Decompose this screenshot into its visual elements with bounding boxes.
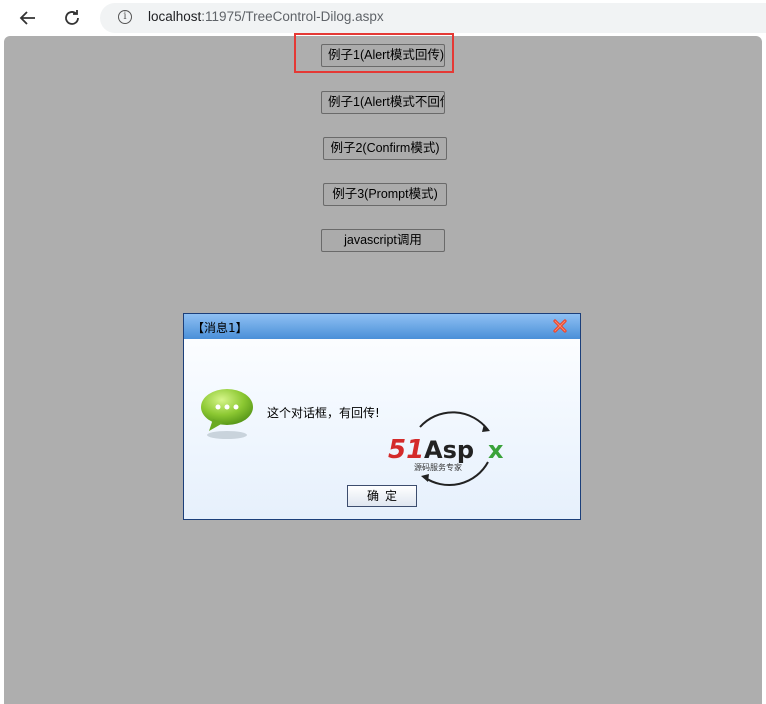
back-arrow-icon[interactable]: [15, 5, 41, 31]
url-host: localhost: [148, 9, 202, 24]
svg-text:x: x: [488, 436, 504, 464]
page-edge: [762, 36, 766, 704]
browser-toolbar: i localhost:11975/TreeControl-Dilog.aspx: [0, 0, 766, 35]
ok-button[interactable]: 确定: [347, 485, 417, 507]
svg-text:51: 51: [388, 435, 424, 465]
url-text: localhost:11975/TreeControl-Dilog.aspx: [148, 9, 384, 24]
51aspx-logo: 51 Asp x 源码服务专家: [388, 411, 504, 487]
confirm-mode-button[interactable]: 例子2(Confirm模式): [323, 137, 447, 160]
dialog-message: 这个对话框，有回传!: [267, 406, 380, 420]
highlight-box: [294, 33, 454, 73]
dialog-titlebar[interactable]: 【消息1】: [184, 314, 580, 339]
alert-no-postback-button[interactable]: 例子1(Alert模式不回传): [321, 91, 445, 114]
info-icon[interactable]: i: [118, 10, 132, 24]
svg-text:Asp: Asp: [424, 436, 474, 464]
address-bar[interactable]: i localhost:11975/TreeControl-Dilog.aspx: [100, 3, 766, 33]
svg-text:源码服务专家: 源码服务专家: [414, 462, 462, 472]
url-path: :11975/TreeControl-Dilog.aspx: [201, 9, 384, 24]
chat-bubble-icon: [201, 389, 253, 439]
prompt-mode-button[interactable]: 例子3(Prompt模式): [323, 183, 447, 206]
close-icon[interactable]: [552, 318, 568, 334]
javascript-call-button[interactable]: javascript调用: [321, 229, 445, 252]
dialog-title: 【消息1】: [192, 321, 248, 335]
reload-icon[interactable]: [59, 5, 85, 31]
message-dialog: 【消息1】 这个对话框，有回传! 51 Asp x 源码服务专家 确定: [183, 313, 581, 520]
